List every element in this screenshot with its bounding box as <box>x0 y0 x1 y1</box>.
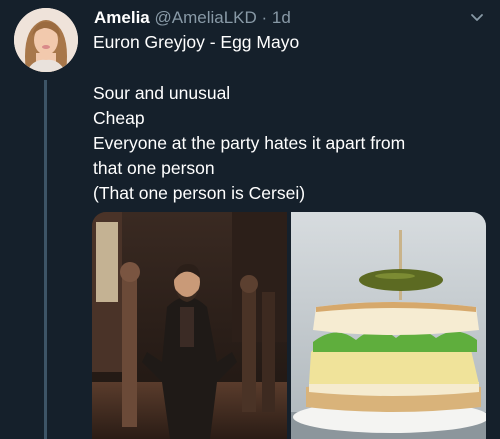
user-handle[interactable]: @AmeliaLKD <box>154 8 256 27</box>
tweet-header: Amelia @AmeliaLKD · 1d <box>94 7 480 29</box>
timestamp[interactable]: 1d <box>272 8 291 27</box>
tweet-line: that one person <box>93 158 215 178</box>
separator-dot: · <box>261 8 268 27</box>
tweet-text: Euron Greyjoy - Egg Mayo Sour and unusua… <box>93 30 483 206</box>
tweet-line: Cheap <box>93 108 145 128</box>
photo-euron-greyjoy[interactable] <box>92 212 287 439</box>
thread-line <box>44 80 47 439</box>
tweet-line: Everyone at the party hates it apart fro… <box>93 133 406 153</box>
chevron-down-icon[interactable] <box>470 10 484 24</box>
photo-egg-mayo-sandwich[interactable] <box>291 212 486 439</box>
display-name[interactable]: Amelia <box>94 8 150 27</box>
media-grid <box>92 212 486 439</box>
tweet-line: (That one person is Cersei) <box>93 183 306 203</box>
tweet-line: Euron Greyjoy - Egg Mayo <box>93 32 300 52</box>
tweet-line: Sour and unusual <box>93 83 231 103</box>
avatar[interactable] <box>14 8 78 72</box>
